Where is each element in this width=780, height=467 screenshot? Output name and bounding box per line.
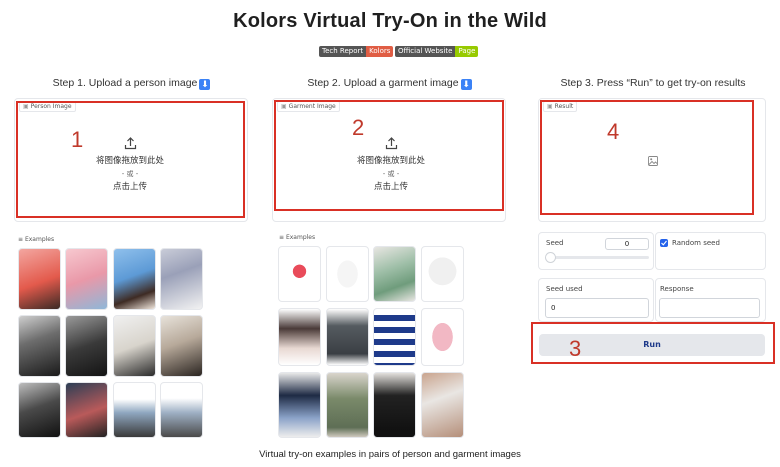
upload-icon xyxy=(124,137,137,150)
person-example-thumb[interactable] xyxy=(65,315,108,377)
annotation-number-3: 3 xyxy=(569,336,582,361)
response-field[interactable] xyxy=(659,298,760,318)
badge-right: Page xyxy=(455,46,479,57)
seed-slider-track[interactable] xyxy=(547,256,649,259)
person-example-thumb[interactable] xyxy=(18,382,61,438)
response-label: Response xyxy=(660,285,694,293)
seed-used-field[interactable]: 0 xyxy=(545,298,649,318)
download-arrow-icon: ⬇ xyxy=(460,79,472,90)
badge-left: Tech Report xyxy=(319,46,367,57)
person-example-thumb[interactable] xyxy=(65,248,108,310)
badge-left: Official Website xyxy=(395,46,456,57)
step3-heading: Step 3. Press “Run” to get try-on result… xyxy=(560,77,746,89)
list-icon: ≡ xyxy=(279,234,285,241)
garment-example-thumb[interactable] xyxy=(421,246,464,302)
garment-examples-label: ≡ Examples xyxy=(279,234,315,241)
step2-heading: Step 2. Upload a garment image ⬇ xyxy=(272,77,507,90)
annotation-number-4: 4 xyxy=(607,119,620,144)
badge-right: Kolors xyxy=(366,46,394,57)
annotation-number-2: 2 xyxy=(352,115,365,140)
examples-label-text: Examples xyxy=(24,236,55,243)
step1-text: Step 1. Upload a person image xyxy=(52,77,198,89)
person-examples-label: ≡ Examples xyxy=(18,236,54,243)
person-dropzone-text[interactable]: 将图像拖放到此处 - 或 - 点击上传 xyxy=(70,155,190,194)
image-placeholder-icon xyxy=(648,156,658,166)
random-seed-checkbox[interactable] xyxy=(660,239,668,247)
examples-caption: Virtual try-on examples in pairs of pers… xyxy=(259,449,521,460)
or-text: - 或 - xyxy=(121,170,139,178)
garment-example-thumb[interactable] xyxy=(326,246,369,302)
step2-text: Step 2. Upload a garment image xyxy=(307,77,459,89)
person-example-thumb[interactable] xyxy=(18,315,61,377)
drop-text: 将图像拖放到此处 xyxy=(356,156,425,166)
highlight-box-4 xyxy=(540,100,754,215)
garment-example-thumb[interactable] xyxy=(421,372,464,438)
step1-heading: Step 1. Upload a person image ⬇ xyxy=(14,77,249,90)
seed-number-input[interactable]: 0 xyxy=(605,238,649,250)
upload-icon xyxy=(385,137,398,150)
garment-example-thumb[interactable] xyxy=(373,372,416,438)
person-example-thumb[interactable] xyxy=(160,248,203,310)
garment-example-thumb[interactable] xyxy=(278,372,321,438)
person-example-thumb[interactable] xyxy=(113,248,156,310)
official-website-badge[interactable]: Official Website Page xyxy=(395,46,479,57)
check-icon xyxy=(661,240,667,246)
highlight-box-3 xyxy=(531,322,775,364)
seed-used-label: Seed used xyxy=(546,285,583,293)
click-upload-text: 点击上传 xyxy=(373,182,408,192)
person-example-thumb[interactable] xyxy=(18,248,61,310)
garment-dropzone-text[interactable]: 将图像拖放到此处 - 或 - 点击上传 xyxy=(331,155,451,194)
annotation-number-1: 1 xyxy=(71,127,84,152)
garment-example-thumb[interactable] xyxy=(278,308,321,366)
person-example-thumb[interactable] xyxy=(113,382,156,438)
tech-report-badge[interactable]: Tech Report Kolors xyxy=(319,46,394,57)
garment-example-thumb[interactable] xyxy=(373,246,416,302)
seed-slider-thumb[interactable] xyxy=(545,252,556,263)
page-title: Kolors Virtual Try-On in the Wild xyxy=(233,10,547,32)
drop-text: 将图像拖放到此处 xyxy=(95,156,164,166)
person-example-thumb[interactable] xyxy=(160,382,203,438)
download-arrow-icon: ⬇ xyxy=(199,79,211,90)
seed-label: Seed xyxy=(546,239,564,247)
random-seed-panel xyxy=(655,232,766,270)
garment-example-thumb[interactable] xyxy=(326,372,369,438)
examples-label-text: Examples xyxy=(285,234,316,241)
random-seed-label: Random seed xyxy=(672,239,720,247)
garment-example-thumb[interactable] xyxy=(278,246,321,302)
person-example-thumb[interactable] xyxy=(65,382,108,438)
garment-example-thumb[interactable] xyxy=(421,308,464,366)
garment-example-thumb[interactable] xyxy=(373,308,416,366)
person-example-thumb[interactable] xyxy=(160,315,203,377)
garment-example-thumb[interactable] xyxy=(326,308,369,366)
or-text: - 或 - xyxy=(382,170,400,178)
list-icon: ≡ xyxy=(18,236,24,243)
person-example-thumb[interactable] xyxy=(113,315,156,377)
click-upload-text: 点击上传 xyxy=(112,182,147,192)
